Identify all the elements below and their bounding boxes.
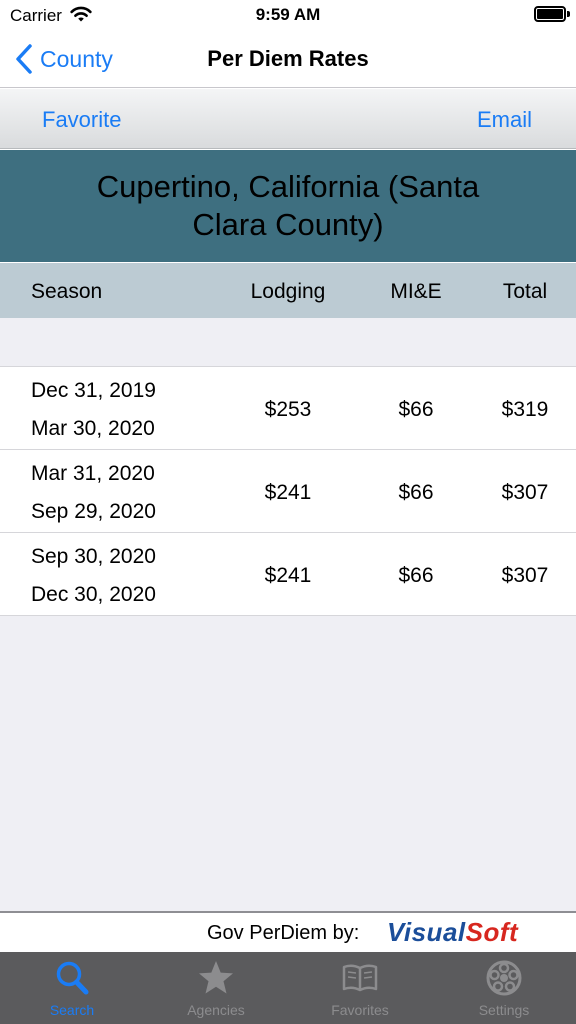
header-total: Total [502, 280, 548, 303]
season-start: Sep 30, 2020 [31, 545, 156, 568]
tab-agencies[interactable]: Agencies [144, 952, 288, 1024]
tab-search-label: Search [49, 1002, 95, 1018]
location-name: Cupertino, California (Santa Clara Count… [96, 169, 480, 242]
season-start: Mar 31, 2020 [31, 462, 155, 485]
brand-footer: Gov PerDiem by: VisualSoft [0, 911, 576, 952]
total-value: $319 [501, 398, 549, 421]
book-icon [342, 964, 378, 992]
total-value: $307 [501, 564, 549, 587]
tab-agencies-label: Agencies [187, 1002, 245, 1018]
mie-value: $66 [398, 398, 434, 421]
status-time: 9:59 AM [255, 5, 321, 24]
page-title: Per Diem Rates [207, 46, 369, 71]
brand-by-text: Gov PerDiem by: [207, 922, 360, 944]
season-start: Dec 31, 2019 [31, 379, 156, 402]
lodging-value: $253 [264, 398, 312, 421]
header-lodging: Lodging [250, 280, 326, 303]
table-row[interactable]: Dec 31, 2019 Mar 30, 2020 $253 $66 $319 [0, 367, 576, 450]
header-mie: MI&E [390, 280, 442, 303]
search-icon [56, 961, 89, 995]
table-row[interactable]: Sep 30, 2020 Dec 30, 2020 $241 $66 $307 [0, 533, 576, 616]
rates-table: Dec 31, 2019 Mar 30, 2020 $253 $66 $319 … [0, 366, 576, 616]
tab-settings[interactable]: Settings [432, 952, 576, 1024]
lodging-value: $241 [264, 564, 312, 587]
table-header: Season Lodging MI&E Total [0, 263, 576, 318]
visualsoft-logo[interactable]: VisualSoft [387, 917, 518, 948]
mie-value: $66 [398, 481, 434, 504]
navigation-bar: County Per Diem Rates [0, 30, 576, 88]
battery-icon [534, 6, 566, 22]
toolbar: Favorite Email [0, 89, 576, 149]
tab-favorites[interactable]: Favorites [288, 952, 432, 1024]
email-button[interactable]: Email [477, 107, 532, 133]
season-end: Dec 30, 2020 [31, 583, 156, 606]
status-bar: Carrier 9:59 AM [0, 0, 576, 30]
tab-settings-label: Settings [478, 1002, 530, 1018]
rates-content[interactable]: Dec 31, 2019 Mar 30, 2020 $253 $66 $319 … [0, 318, 576, 911]
season-end: Sep 29, 2020 [31, 500, 156, 523]
favorite-button[interactable]: Favorite [42, 107, 121, 133]
star-icon [199, 961, 233, 994]
mie-value: $66 [398, 564, 434, 587]
season-end: Mar 30, 2020 [31, 417, 155, 440]
location-header: Cupertino, California (Santa Clara Count… [0, 150, 576, 262]
lodging-value: $241 [264, 481, 312, 504]
total-value: $307 [501, 481, 549, 504]
header-season: Season [31, 280, 103, 303]
gear-icon [486, 960, 522, 996]
tab-search[interactable]: Search [0, 952, 144, 1024]
table-row[interactable]: Mar 31, 2020 Sep 29, 2020 $241 $66 $307 [0, 450, 576, 533]
battery-tip [567, 11, 570, 17]
tab-bar: Search Agencies Favorites Settings [0, 952, 576, 1024]
tab-favorites-label: Favorites [331, 1002, 389, 1018]
